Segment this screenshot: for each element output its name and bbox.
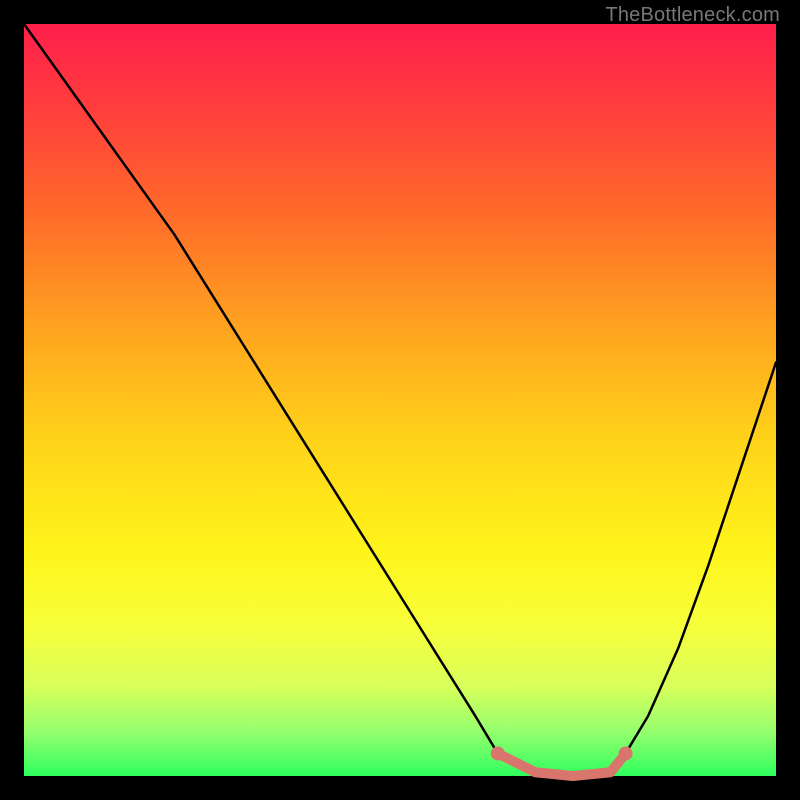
- optimal-range-right-cap: [619, 746, 633, 760]
- optimal-range-left-cap: [491, 746, 505, 760]
- chart-frame: [24, 24, 776, 776]
- curve-path: [24, 24, 776, 776]
- attribution-text: TheBottleneck.com: [605, 4, 780, 27]
- bottleneck-curve: [24, 24, 776, 776]
- optimal-range-highlight: [498, 753, 626, 776]
